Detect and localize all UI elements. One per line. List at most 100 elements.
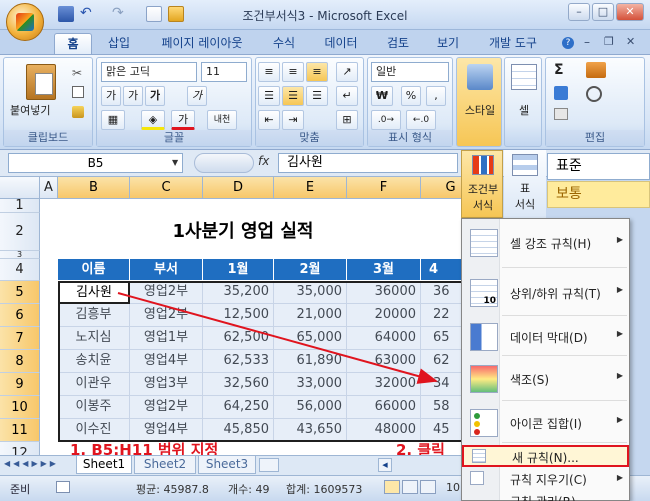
conditional-format-button[interactable]: 조건부 서식 bbox=[461, 150, 503, 218]
currency-button[interactable]: ₩ bbox=[371, 86, 393, 106]
tab-developer[interactable]: 개발 도구 bbox=[480, 33, 546, 54]
macro-record-icon[interactable] bbox=[56, 481, 70, 493]
menu-item-top-bottom-rules[interactable]: 10 상위/하위 규칙(T) ▶ bbox=[462, 269, 629, 313]
paste-icon[interactable] bbox=[26, 64, 56, 100]
align-left-icon[interactable]: ☰ bbox=[258, 86, 280, 106]
undo-icon[interactable]: ↶ bbox=[80, 6, 96, 22]
align-center-icon[interactable]: ☰ bbox=[282, 86, 304, 106]
menu-label-highlight-rules: 셀 강조 규칙(H) bbox=[510, 237, 592, 251]
top-bottom-rules-icon: 10 bbox=[470, 279, 498, 307]
sheet-tab-1[interactable]: Sheet1 bbox=[76, 456, 132, 474]
tab-data[interactable]: 데이터 bbox=[316, 33, 366, 54]
tab-review[interactable]: 검토 bbox=[378, 33, 418, 54]
align-bottom-icon[interactable]: ≡ bbox=[306, 62, 328, 82]
font-name-combo[interactable]: 맑은 고딕 bbox=[101, 62, 197, 82]
sheet-nav-icons[interactable]: ◀◀◀▶▶▶ bbox=[4, 459, 59, 468]
align-top-icon[interactable]: ≡ bbox=[258, 62, 280, 82]
format-painter-icon[interactable] bbox=[72, 106, 84, 118]
format-as-table-icon bbox=[512, 154, 538, 176]
decrease-indent-icon[interactable]: ⇤ bbox=[258, 110, 280, 130]
grow-font-button[interactable]: 가 bbox=[101, 86, 121, 106]
styles-group-label: 스타일 bbox=[464, 104, 496, 117]
font-size-combo[interactable]: 11 bbox=[201, 62, 247, 82]
cells-icon[interactable] bbox=[511, 64, 537, 90]
maximize-button[interactable]: □ bbox=[592, 3, 614, 21]
decrease-decimal-icon[interactable]: ←.0 bbox=[406, 110, 436, 130]
tab-formulas[interactable]: 수식 bbox=[264, 33, 304, 54]
style-neutral[interactable]: 보통 bbox=[547, 181, 650, 208]
menu-item-icon-sets[interactable]: 아이콘 집합(I) ▶ bbox=[462, 403, 629, 447]
menu-item-new-rule[interactable]: 새 규칙(N)... bbox=[462, 445, 629, 467]
menu-item-clear-rules[interactable]: 규칙 지우기(C) ▶ bbox=[462, 469, 629, 489]
close-button[interactable]: ✕ bbox=[616, 3, 644, 21]
minimize-button[interactable]: – bbox=[568, 3, 590, 21]
tab-view[interactable]: 보기 bbox=[428, 33, 468, 54]
italic-button[interactable]: 가 bbox=[187, 86, 207, 106]
autosum-icon[interactable]: Σ bbox=[554, 62, 564, 78]
align-middle-icon[interactable]: ≡ bbox=[282, 62, 304, 82]
align-right-icon[interactable]: ☰ bbox=[306, 86, 328, 106]
normal-view-icon[interactable] bbox=[384, 480, 400, 494]
help-icon[interactable]: ? bbox=[562, 37, 574, 49]
fill-color-button[interactable]: ◈ bbox=[141, 110, 165, 130]
menu-separator bbox=[502, 315, 627, 316]
bold-button[interactable]: 가 bbox=[145, 86, 165, 106]
status-sum: 합계: 1609573 bbox=[286, 483, 363, 496]
style-normal[interactable]: 표준 bbox=[547, 153, 650, 180]
menu-item-color-scales[interactable]: 색조(S) ▶ bbox=[462, 359, 629, 403]
percent-button[interactable]: % bbox=[401, 86, 421, 106]
styles-group[interactable]: 스타일 bbox=[456, 57, 502, 147]
office-button[interactable] bbox=[6, 3, 44, 41]
page-break-view-icon[interactable] bbox=[420, 480, 436, 494]
menu-item-manage-rules[interactable]: 규칙 관리(R)... bbox=[462, 491, 629, 501]
redo-icon[interactable]: ↷ bbox=[112, 6, 128, 22]
find-select-icon[interactable] bbox=[586, 86, 602, 102]
ribbon-restore-icon[interactable]: ❐ bbox=[604, 35, 614, 48]
tab-insert[interactable]: 삽입 bbox=[100, 33, 138, 54]
formula-input[interactable]: 김사원 bbox=[278, 153, 458, 173]
hscroll-left-icon[interactable]: ◀ bbox=[378, 458, 392, 472]
page-layout-view-icon[interactable] bbox=[402, 480, 418, 494]
styles-icon[interactable] bbox=[467, 64, 493, 90]
cells-group: 셀 bbox=[504, 57, 542, 147]
merge-center-icon[interactable]: ⊞ bbox=[336, 110, 358, 130]
open-folder-icon[interactable] bbox=[168, 6, 184, 22]
phonetic-button[interactable]: 내천 bbox=[207, 110, 237, 130]
orientation-icon[interactable]: ↗ bbox=[336, 62, 358, 82]
increase-indent-icon[interactable]: ⇥ bbox=[282, 110, 304, 130]
new-document-icon[interactable] bbox=[146, 6, 162, 22]
comma-button[interactable]: , bbox=[426, 86, 446, 106]
menu-label-manage-rules: 규칙 관리(R)... bbox=[510, 493, 587, 501]
cut-icon[interactable]: ✂ bbox=[72, 66, 82, 80]
status-average: 평균: 45987.8 bbox=[136, 483, 209, 496]
format-as-table-button[interactable]: 표 서식 bbox=[504, 150, 546, 218]
ribbon-minimize-icon[interactable]: – bbox=[584, 35, 590, 49]
borders-button[interactable]: ▦ bbox=[101, 110, 125, 130]
sheet-tab-2[interactable]: Sheet2 bbox=[134, 456, 196, 474]
tab-page-layout[interactable]: 페이지 레이아웃 bbox=[148, 33, 256, 54]
fill-icon[interactable] bbox=[554, 86, 568, 100]
copy-icon[interactable] bbox=[72, 86, 84, 98]
insert-sheet-icon[interactable] bbox=[259, 458, 279, 472]
shrink-font-button[interactable]: 가 bbox=[123, 86, 143, 106]
insert-function-icon[interactable]: fx bbox=[258, 154, 269, 168]
workbook-close-icon[interactable]: ✕ bbox=[626, 35, 635, 48]
number-format-combo[interactable]: 일반 bbox=[371, 62, 449, 82]
menu-label-color-scales: 색조(S) bbox=[510, 373, 550, 387]
clear-icon[interactable] bbox=[554, 108, 568, 120]
name-box-dropdown-icon[interactable]: ▼ bbox=[172, 158, 178, 167]
sort-filter-icon[interactable] bbox=[586, 62, 606, 78]
wrap-text-icon[interactable]: ↵ bbox=[336, 86, 358, 106]
formula-bar-splitter[interactable] bbox=[194, 153, 254, 173]
name-box[interactable]: B5 bbox=[8, 153, 183, 173]
menu-item-highlight-rules[interactable]: 셀 강조 규칙(H) ▶ bbox=[462, 223, 629, 263]
paste-button-label[interactable]: 붙여넣기 bbox=[10, 102, 50, 118]
zoom-level[interactable]: 10 bbox=[446, 481, 460, 494]
sheet-tab-3[interactable]: Sheet3 bbox=[198, 456, 256, 474]
worksheet-grid[interactable]: A B C D E F G 1 2 3 4 5 6 7 8 9 10 11 12… bbox=[0, 177, 470, 455]
increase-decimal-icon[interactable]: .0→ bbox=[371, 110, 401, 130]
tab-home[interactable]: 홈 bbox=[54, 33, 92, 54]
menu-label-icon-sets: 아이콘 집합(I) bbox=[510, 417, 582, 431]
save-icon[interactable] bbox=[58, 6, 74, 22]
font-color-button[interactable]: 가 bbox=[171, 110, 195, 130]
